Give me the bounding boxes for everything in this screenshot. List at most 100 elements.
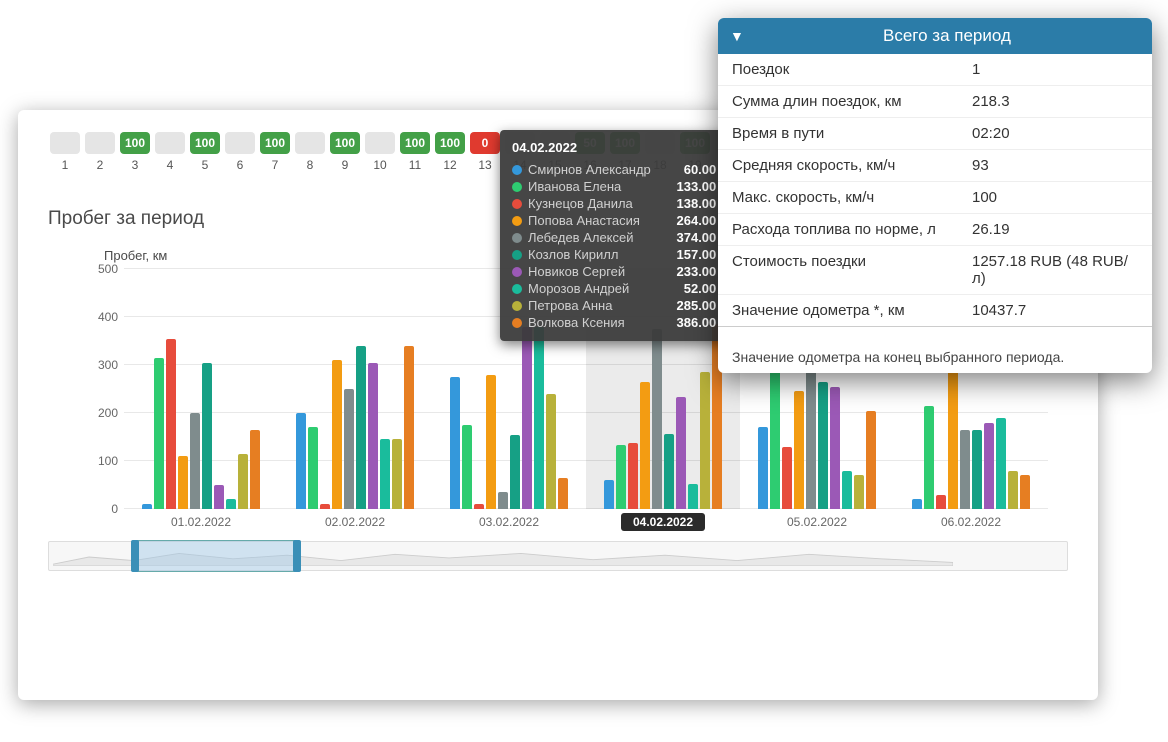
bar[interactable] xyxy=(972,430,982,509)
bar[interactable] xyxy=(616,445,626,509)
tooltip-row: Попова Анастасия264.00 км xyxy=(512,212,736,229)
bar[interactable] xyxy=(226,499,236,509)
summary-row: Значение одометра *, км10437.7 xyxy=(718,295,1152,327)
day-cell[interactable]: 2 xyxy=(83,132,117,172)
bar[interactable] xyxy=(948,358,958,509)
bar[interactable] xyxy=(356,346,366,509)
bar[interactable] xyxy=(510,435,520,509)
bar[interactable] xyxy=(238,454,248,509)
bar[interactable] xyxy=(380,439,390,509)
legend-dot-icon xyxy=(512,233,522,243)
bar[interactable] xyxy=(344,389,354,509)
day-cell[interactable]: 013 xyxy=(468,132,502,172)
y-tick: 500 xyxy=(98,262,118,276)
bar[interactable] xyxy=(782,447,792,509)
bar[interactable] xyxy=(676,397,686,509)
bar[interactable] xyxy=(154,358,164,509)
bar[interactable] xyxy=(794,391,804,509)
bar[interactable] xyxy=(818,382,828,509)
bar[interactable] xyxy=(1020,475,1030,509)
day-badge xyxy=(225,132,255,154)
day-cell[interactable]: 1003 xyxy=(118,132,152,172)
bar[interactable] xyxy=(854,475,864,509)
bar[interactable] xyxy=(688,484,698,509)
bar[interactable] xyxy=(202,363,212,509)
bar[interactable] xyxy=(604,480,614,509)
bar[interactable] xyxy=(522,327,532,509)
range-minimap[interactable] xyxy=(48,541,1068,571)
bar[interactable] xyxy=(368,363,378,509)
tooltip-series-name: Кузнецов Данила xyxy=(528,196,671,211)
bar[interactable] xyxy=(936,495,946,509)
chart-tooltip: 04.02.2022 Смирнов Александр60.00 кмИван… xyxy=(500,130,748,341)
x-tick: 04.02.2022 xyxy=(621,513,705,531)
summary-value: 1257.18 RUB (48 RUB/л) xyxy=(972,253,1138,287)
bar-group[interactable] xyxy=(278,269,432,509)
day-cell[interactable]: 1 xyxy=(48,132,82,172)
bar[interactable] xyxy=(332,360,342,509)
bar[interactable] xyxy=(190,413,200,509)
bar-group[interactable] xyxy=(124,269,278,509)
day-cell[interactable]: 10012 xyxy=(433,132,467,172)
bar[interactable] xyxy=(250,430,260,509)
summary-label: Средняя скорость, км/ч xyxy=(732,157,972,174)
day-cell[interactable]: 6 xyxy=(223,132,257,172)
bar[interactable] xyxy=(166,339,176,509)
bar[interactable] xyxy=(462,425,472,509)
bar[interactable] xyxy=(664,434,674,509)
bar[interactable] xyxy=(1008,471,1018,509)
tooltip-series-name: Попова Анастасия xyxy=(528,213,671,228)
summary-card: ▼ Всего за период Поездок1Сумма длин пое… xyxy=(718,18,1152,373)
day-cell[interactable]: 1005 xyxy=(188,132,222,172)
day-badge xyxy=(85,132,115,154)
bar[interactable] xyxy=(628,443,638,509)
minimap-handle-right[interactable] xyxy=(293,540,301,572)
day-cell[interactable]: 1007 xyxy=(258,132,292,172)
bar[interactable] xyxy=(534,327,544,509)
summary-label: Макс. скорость, км/ч xyxy=(732,189,972,206)
bar[interactable] xyxy=(912,499,922,509)
bar[interactable] xyxy=(296,413,306,509)
bar[interactable] xyxy=(214,485,224,509)
bar[interactable] xyxy=(924,406,934,509)
minimap-handle-left[interactable] xyxy=(131,540,139,572)
tooltip-series-name: Петрова Анна xyxy=(528,298,671,313)
bar[interactable] xyxy=(770,360,780,509)
day-cell[interactable]: 4 xyxy=(153,132,187,172)
bar[interactable] xyxy=(652,329,662,509)
summary-row: Поездок1 xyxy=(718,54,1152,86)
bar[interactable] xyxy=(866,411,876,509)
bar[interactable] xyxy=(996,418,1006,509)
bar[interactable] xyxy=(450,377,460,509)
bar[interactable] xyxy=(392,439,402,509)
summary-body: Поездок1Сумма длин поездок, км218.3Время… xyxy=(718,54,1152,335)
day-cell[interactable]: 1009 xyxy=(328,132,362,172)
summary-value: 218.3 xyxy=(972,93,1138,110)
day-cell[interactable]: 10011 xyxy=(398,132,432,172)
summary-value: 1 xyxy=(972,61,1138,78)
bar[interactable] xyxy=(498,492,508,509)
bar[interactable] xyxy=(546,394,556,509)
day-badge: 100 xyxy=(435,132,465,154)
summary-row: Расхода топлива по норме, л26.19 xyxy=(718,214,1152,246)
day-cell[interactable]: 8 xyxy=(293,132,327,172)
bar[interactable] xyxy=(960,430,970,509)
bar[interactable] xyxy=(558,478,568,509)
day-cell[interactable]: 10 xyxy=(363,132,397,172)
bar[interactable] xyxy=(700,372,710,509)
bar[interactable] xyxy=(842,471,852,509)
bar[interactable] xyxy=(178,456,188,509)
day-badge xyxy=(365,132,395,154)
bar[interactable] xyxy=(486,375,496,509)
minimap-selection[interactable] xyxy=(135,540,295,572)
summary-row: Средняя скорость, км/ч93 xyxy=(718,150,1152,182)
chevron-down-icon[interactable]: ▼ xyxy=(730,28,744,44)
summary-value: 100 xyxy=(972,189,1138,206)
bar[interactable] xyxy=(830,387,840,509)
bar[interactable] xyxy=(758,427,768,509)
bar[interactable] xyxy=(640,382,650,509)
bar[interactable] xyxy=(404,346,414,509)
bar[interactable] xyxy=(308,427,318,509)
summary-header[interactable]: ▼ Всего за период xyxy=(718,18,1152,54)
bar[interactable] xyxy=(984,423,994,509)
